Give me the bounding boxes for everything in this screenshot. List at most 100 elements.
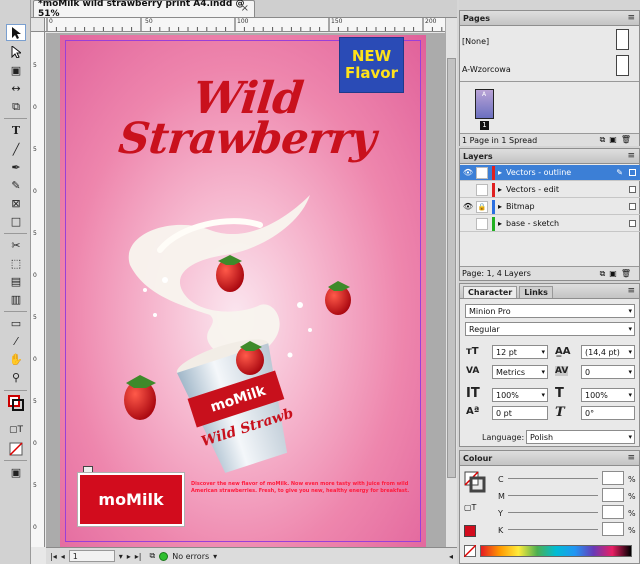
panel-menu-icon[interactable]: ≡ — [627, 286, 635, 296]
expand-layer-icon[interactable]: ▸ — [498, 219, 502, 228]
line-tool-icon[interactable]: ╱ — [6, 141, 26, 158]
lock-toggle[interactable] — [476, 217, 488, 230]
leading-field[interactable]: (14,4 pt) ▾ — [581, 345, 635, 359]
preflight-menu-icon[interactable]: ▾ — [213, 552, 217, 561]
first-page-icon[interactable]: |◂ — [50, 552, 57, 561]
free-transform-tool-icon[interactable]: ⬚ — [6, 255, 26, 272]
zoom-tool-icon[interactable]: ⚲ — [6, 369, 26, 386]
colour-spectrum-ramp[interactable] — [480, 545, 632, 557]
eyedropper-tool-icon[interactable]: ⁄ — [6, 333, 26, 350]
last-page-icon[interactable]: ▸| — [135, 552, 142, 561]
pages-panel-header[interactable]: Pages ≡ — [460, 11, 639, 26]
font-size-field[interactable]: 12 pt ▾ — [492, 345, 548, 359]
container-text-toggle-icon[interactable]: ▢T — [464, 503, 476, 512]
scissors-tool-icon[interactable]: ✂ — [6, 237, 26, 254]
language-select[interactable]: Polish ▾ — [526, 430, 635, 444]
preflight-status[interactable]: No errors — [172, 552, 209, 561]
note-tool-icon[interactable]: ▭ — [6, 315, 26, 332]
expand-layer-icon[interactable]: ▸ — [498, 185, 502, 194]
page-1-thumbnail[interactable]: A — [475, 89, 494, 119]
rectangle-tool-icon[interactable]: □ — [6, 213, 26, 230]
layer-select-square[interactable] — [629, 220, 636, 227]
lock-icon[interactable]: 🔒 — [476, 200, 488, 213]
page-number-field[interactable]: 1 — [68, 550, 115, 562]
panel-menu-icon[interactable]: ≡ — [627, 151, 635, 161]
page-menu-icon[interactable]: ▾ — [119, 552, 123, 561]
channel-c-slider[interactable] — [508, 478, 598, 479]
channel-m-field[interactable] — [602, 488, 624, 502]
colour-panel-header[interactable]: Colour ≡ — [460, 451, 639, 466]
ruler-origin[interactable] — [31, 18, 45, 32]
visibility-eye-icon[interactable]: 👁 — [462, 202, 474, 211]
panel-menu-icon[interactable]: ≡ — [627, 13, 635, 23]
document-page[interactable]: NEW Flavor Wild Strawberry moMilk Wild S… — [60, 35, 426, 547]
layer-select-square[interactable] — [629, 203, 636, 210]
layer-row-bitmap[interactable]: 👁 🔒 ▸ Bitmap — [460, 199, 640, 215]
pasteboard[interactable]: NEW Flavor Wild Strawberry moMilk Wild S… — [46, 33, 445, 547]
vertical-ruler[interactable]: 5 0 5 0 5 0 5 0 5 0 5 0 — [31, 32, 45, 547]
pen-tool-icon[interactable]: ✒ — [6, 159, 26, 176]
open-page-icon[interactable]: ⧉ — [149, 551, 155, 561]
scroll-thumb[interactable] — [447, 58, 456, 478]
skew-field[interactable]: 0° — [581, 406, 635, 420]
expand-layer-icon[interactable]: ▸ — [498, 202, 502, 211]
close-tab-icon[interactable]: × — [241, 3, 249, 14]
channel-k-field[interactable] — [602, 522, 624, 536]
momilk-logo[interactable]: moMilk — [78, 473, 184, 526]
layer-select-square[interactable] — [629, 169, 636, 176]
product-artwork[interactable]: moMilk Wild Strawb — [60, 155, 426, 475]
type-tool-icon[interactable]: T — [6, 122, 26, 139]
channel-y-field[interactable] — [602, 505, 624, 519]
channel-c-field[interactable] — [602, 471, 624, 485]
master-a[interactable]: A-Wzorcowa — [462, 65, 511, 74]
gradient-feather-tool-icon[interactable]: ▥ — [6, 291, 26, 308]
layer-row-vectors-edit[interactable]: ▸ Vectors - edit — [460, 182, 640, 198]
lock-toggle[interactable] — [476, 166, 488, 179]
tab-character[interactable]: Character — [463, 286, 518, 298]
direct-selection-tool-icon[interactable] — [6, 43, 26, 60]
content-collector-icon[interactable]: ⧉ — [6, 98, 26, 115]
layer-row-vectors-outline[interactable]: 👁 ▸ Vectors - outline ✎ — [460, 165, 640, 181]
layer-select-square[interactable] — [629, 186, 636, 193]
prev-page-icon[interactable]: ◂ — [61, 552, 65, 561]
font-family-select[interactable]: Minion Pro ▾ — [465, 304, 635, 318]
expand-layer-icon[interactable]: ▸ — [498, 168, 502, 177]
new-layer-icon[interactable]: ⧉▣🗑 — [600, 269, 635, 279]
font-style-select[interactable]: Regular ▾ — [465, 322, 635, 336]
channel-y-slider[interactable] — [508, 512, 598, 513]
page-tool-icon[interactable]: ▣ — [6, 62, 26, 79]
pencil-tool-icon[interactable]: ✎ — [6, 177, 26, 194]
master-a-thumbnail[interactable] — [616, 55, 629, 76]
master-none[interactable]: [None] — [462, 37, 489, 46]
fill-stroke-swatch-icon[interactable] — [464, 471, 486, 495]
formatting-affects-container-icon[interactable]: ▢T — [6, 422, 26, 439]
vertical-scale-field[interactable]: 100% ▾ — [492, 388, 548, 402]
lock-toggle[interactable] — [476, 183, 488, 196]
hand-tool-icon[interactable]: ✋ — [6, 351, 26, 368]
fill-stroke-icon[interactable] — [6, 394, 26, 411]
gradient-swatch-tool-icon[interactable]: ▤ — [6, 273, 26, 290]
new-page-icon[interactable]: ⧉▣🗑 — [600, 135, 635, 145]
next-page-icon[interactable]: ▸ — [127, 552, 131, 561]
vertical-scrollbar[interactable] — [445, 18, 457, 547]
gap-tool-icon[interactable]: ↔ — [6, 80, 26, 97]
layer-row-base-sketch[interactable]: ▸ base - sketch — [460, 216, 640, 232]
apply-none-icon[interactable] — [6, 440, 26, 457]
panel-menu-icon[interactable]: ≡ — [627, 453, 635, 463]
horizontal-ruler[interactable]: 0 50 100 150 200 — [45, 18, 457, 32]
visibility-eye-icon[interactable]: 👁 — [462, 168, 474, 177]
master-none-thumbnail[interactable] — [616, 29, 629, 50]
none-swatch-icon[interactable] — [464, 545, 476, 557]
selection-tool-icon[interactable] — [6, 24, 26, 41]
rectangle-frame-tool-icon[interactable]: ⊠ — [6, 195, 26, 212]
tracking-field[interactable]: 0 ▾ — [581, 365, 635, 379]
tab-links[interactable]: Links — [519, 286, 553, 298]
channel-m-slider[interactable] — [508, 495, 598, 496]
screen-mode-icon[interactable]: ▣ — [6, 464, 26, 481]
kerning-field[interactable]: Metrics ▾ — [492, 365, 548, 379]
fill-color-swatch[interactable] — [464, 525, 476, 537]
tagline-text[interactable]: Discover the new flavor of moMilk. Now e… — [191, 481, 421, 495]
baseline-shift-field[interactable]: 0 pt — [492, 406, 548, 420]
layers-panel-header[interactable]: Layers ≡ — [460, 149, 639, 164]
document-tab[interactable]: *moMilk wild strawberry print A4.indd @ … — [33, 0, 255, 19]
